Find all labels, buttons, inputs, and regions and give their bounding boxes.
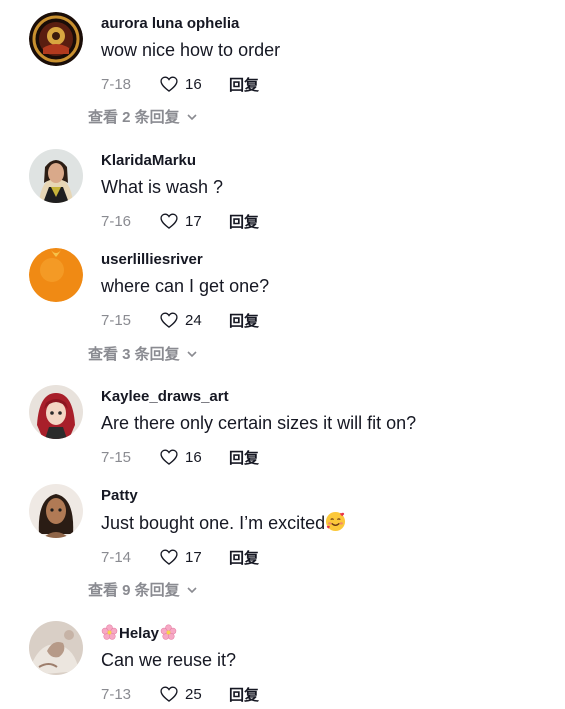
- reply-button[interactable]: 回复: [229, 310, 259, 331]
- avatar[interactable]: [29, 12, 83, 66]
- heart-icon: [160, 449, 178, 465]
- like-button[interactable]: 16: [159, 447, 229, 467]
- like-count: 17: [185, 212, 202, 230]
- like-count: 24: [185, 311, 202, 329]
- avatar[interactable]: [29, 149, 83, 203]
- like-button[interactable]: 25: [159, 684, 229, 704]
- comment-date: 7-14: [101, 548, 132, 566]
- comment-text: What is wash ?: [101, 177, 224, 197]
- avatar[interactable]: [29, 248, 83, 302]
- like-button[interactable]: 16: [159, 74, 229, 94]
- like-button[interactable]: 17: [159, 547, 229, 567]
- cherry-blossom-icon: [160, 624, 177, 640]
- comment-date: 7-13: [101, 685, 132, 703]
- cherry-blossom-icon: [101, 624, 118, 640]
- comment-date: 7-15: [101, 448, 132, 466]
- comment-username[interactable]: Kaylee_draws_art: [101, 388, 545, 406]
- reply-button[interactable]: 回复: [229, 211, 259, 232]
- view-replies-button[interactable]: 查看 2 条回复: [88, 106, 198, 127]
- comment-username[interactable]: Helay: [101, 624, 545, 643]
- chevron-down-icon: [187, 350, 197, 357]
- reply-button[interactable]: 回复: [229, 447, 259, 468]
- comment-date: 7-16: [101, 212, 132, 230]
- heart-icon: [160, 312, 178, 328]
- comment-username-text: Helay: [119, 625, 160, 642]
- chevron-down-icon: [187, 586, 197, 593]
- heart-icon: [160, 213, 178, 229]
- heart-icon: [160, 686, 178, 702]
- comment-text: Can we reuse it?: [101, 650, 237, 670]
- comment-text: where can I get one?: [101, 276, 270, 296]
- avatar[interactable]: [29, 484, 83, 538]
- avatar[interactable]: [29, 385, 83, 439]
- comment-list: aurora luna ophelia wow nice how to orde…: [0, 0, 565, 709]
- smiling-face-with-hearts-icon: [326, 511, 346, 532]
- comment-date: 7-15: [101, 311, 132, 329]
- heart-icon: [160, 549, 178, 565]
- heart-icon: [160, 76, 178, 92]
- comment-text-content: Just bought one. I’m excited: [101, 513, 326, 533]
- reply-button[interactable]: 回复: [229, 684, 259, 705]
- view-replies-button[interactable]: 查看 9 条回复: [88, 579, 198, 600]
- comment-text: Are there only certain sizes it will fit…: [101, 413, 417, 433]
- like-count: 17: [185, 548, 202, 566]
- comment-text: Just bought one. I’m excited: [101, 511, 545, 534]
- comment-date: 7-18: [101, 75, 132, 93]
- like-count: 16: [185, 448, 202, 466]
- like-button[interactable]: 17: [159, 211, 229, 231]
- view-replies-button[interactable]: 查看 3 条回复: [88, 343, 198, 364]
- view-replies-label: 查看 9 条回复: [88, 582, 180, 599]
- comment-username[interactable]: userlilliesriver: [101, 251, 545, 269]
- avatar[interactable]: [29, 621, 83, 675]
- view-replies-label: 查看 2 条回复: [88, 109, 180, 126]
- like-count: 25: [185, 685, 202, 703]
- comment-username[interactable]: aurora luna ophelia: [101, 15, 545, 33]
- reply-button[interactable]: 回复: [229, 74, 259, 95]
- comment-text: wow nice how to order: [101, 40, 281, 60]
- reply-button[interactable]: 回复: [229, 547, 259, 568]
- view-replies-label: 查看 3 条回复: [88, 346, 180, 363]
- chevron-down-icon: [187, 113, 197, 120]
- like-count: 16: [185, 75, 202, 93]
- comment-username[interactable]: Patty: [101, 487, 545, 505]
- comment-username[interactable]: KlaridaMarku: [101, 152, 545, 170]
- like-button[interactable]: 24: [159, 310, 229, 330]
